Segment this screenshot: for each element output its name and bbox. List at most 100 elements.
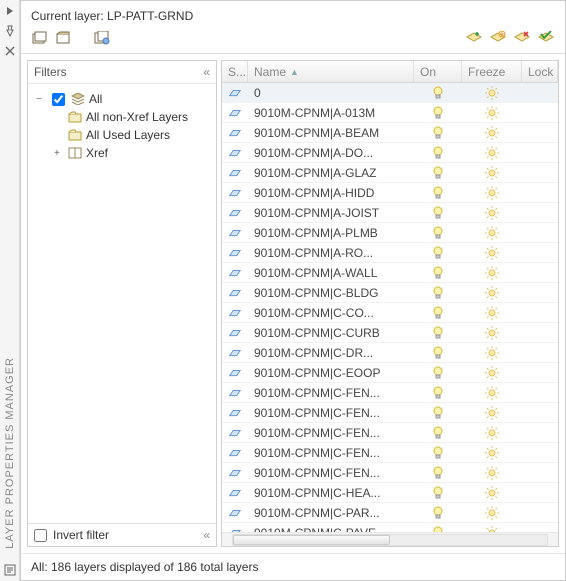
layer-lock-toggle[interactable] <box>522 523 558 532</box>
layer-freeze-toggle[interactable] <box>462 483 522 502</box>
layer-lock-toggle[interactable] <box>522 243 558 262</box>
layer-freeze-toggle[interactable] <box>462 163 522 182</box>
filter-tree-item[interactable]: −All <box>32 90 212 108</box>
layer-lock-toggle[interactable] <box>522 503 558 522</box>
layer-lock-toggle[interactable] <box>522 203 558 222</box>
layer-on-toggle[interactable] <box>414 483 462 502</box>
layer-row[interactable]: 9010M-CPNM|C-FEN... <box>222 383 558 403</box>
layer-freeze-toggle[interactable] <box>462 303 522 322</box>
layer-lock-toggle[interactable] <box>522 103 558 122</box>
column-freeze[interactable]: Freeze <box>462 61 522 82</box>
layer-row[interactable]: 9010M-CPNM|A-BEAM <box>222 123 558 143</box>
filter-tree-item[interactable]: All non-Xref Layers <box>32 108 212 126</box>
layer-freeze-toggle[interactable] <box>462 323 522 342</box>
new-layer-icon[interactable] <box>465 29 483 47</box>
layer-freeze-toggle[interactable] <box>462 463 522 482</box>
expander-icon[interactable]: − <box>36 94 46 105</box>
layer-freeze-toggle[interactable] <box>462 243 522 262</box>
layer-on-toggle[interactable] <box>414 223 462 242</box>
filter-tree-item[interactable]: +Xref <box>32 144 212 162</box>
layer-lock-toggle[interactable] <box>522 383 558 402</box>
layer-row[interactable]: 9010M-CPNM|C-BLDG <box>222 283 558 303</box>
collapse-filters-icon[interactable]: « <box>203 65 210 79</box>
layer-row[interactable]: 9010M-CPNM|A-HIDD <box>222 183 558 203</box>
layer-row[interactable]: 9010M-CPNM|C-FEN... <box>222 403 558 423</box>
layer-row[interactable]: 9010M-CPNM|C-FEN... <box>222 423 558 443</box>
layer-freeze-toggle[interactable] <box>462 383 522 402</box>
layer-on-toggle[interactable] <box>414 363 462 382</box>
layer-on-toggle[interactable] <box>414 443 462 462</box>
layer-freeze-toggle[interactable] <box>462 103 522 122</box>
layer-freeze-toggle[interactable] <box>462 403 522 422</box>
new-layer-freeze-icon[interactable] <box>489 29 507 47</box>
close-icon[interactable] <box>3 44 17 58</box>
layer-lock-toggle[interactable] <box>522 343 558 362</box>
column-on[interactable]: On <box>414 61 462 82</box>
layer-on-toggle[interactable] <box>414 103 462 122</box>
pin-icon[interactable] <box>3 24 17 38</box>
layer-row[interactable]: 9010M-CPNM|A-013M <box>222 103 558 123</box>
layer-lock-toggle[interactable] <box>522 143 558 162</box>
delete-layer-icon[interactable] <box>513 29 531 47</box>
grid-body[interactable]: 09010M-CPNM|A-013M9010M-CPNM|A-BEAM9010M… <box>222 83 558 532</box>
layer-row[interactable]: 9010M-CPNM|A-JOIST <box>222 203 558 223</box>
layer-on-toggle[interactable] <box>414 263 462 282</box>
layer-freeze-toggle[interactable] <box>462 123 522 142</box>
layer-lock-toggle[interactable] <box>522 463 558 482</box>
layer-on-toggle[interactable] <box>414 203 462 222</box>
layer-lock-toggle[interactable] <box>522 363 558 382</box>
layer-row[interactable]: 0 <box>222 83 558 103</box>
layer-lock-toggle[interactable] <box>522 283 558 302</box>
layer-on-toggle[interactable] <box>414 123 462 142</box>
layer-freeze-toggle[interactable] <box>462 223 522 242</box>
layer-row[interactable]: 9010M-CPNM|C-FEN... <box>222 443 558 463</box>
layer-lock-toggle[interactable] <box>522 123 558 142</box>
layer-row[interactable]: 9010M-CPNM|A-PLMB <box>222 223 558 243</box>
layer-freeze-toggle[interactable] <box>462 423 522 442</box>
layer-row[interactable]: 9010M-CPNM|A-GLAZ <box>222 163 558 183</box>
layer-freeze-toggle[interactable] <box>462 143 522 162</box>
layer-on-toggle[interactable] <box>414 83 462 102</box>
layer-freeze-toggle[interactable] <box>462 203 522 222</box>
column-name[interactable]: Name ▲ <box>248 61 414 82</box>
layer-row[interactable]: 9010M-CPNM|C-PAVE <box>222 523 558 532</box>
horizontal-scrollbar[interactable] <box>222 532 558 546</box>
layer-freeze-toggle[interactable] <box>462 183 522 202</box>
layer-freeze-toggle[interactable] <box>462 83 522 102</box>
layer-row[interactable]: 9010M-CPNM|C-EOOP <box>222 363 558 383</box>
arrow-right-icon[interactable] <box>3 4 17 18</box>
layer-on-toggle[interactable] <box>414 163 462 182</box>
layer-row[interactable]: 9010M-CPNM|C-HEA... <box>222 483 558 503</box>
layer-freeze-toggle[interactable] <box>462 263 522 282</box>
layer-row[interactable]: 9010M-CPNM|A-DO... <box>222 143 558 163</box>
column-status[interactable]: S... <box>222 61 248 82</box>
layer-row[interactable]: 9010M-CPNM|C-DR... <box>222 343 558 363</box>
layer-freeze-toggle[interactable] <box>462 343 522 362</box>
invert-filter-checkbox[interactable] <box>34 529 47 542</box>
layer-on-toggle[interactable] <box>414 503 462 522</box>
layer-freeze-toggle[interactable] <box>462 523 522 532</box>
layer-row[interactable]: 9010M-CPNM|C-CO... <box>222 303 558 323</box>
layer-freeze-toggle[interactable] <box>462 283 522 302</box>
layer-lock-toggle[interactable] <box>522 403 558 422</box>
layer-row[interactable]: 9010M-CPNM|C-FEN... <box>222 463 558 483</box>
new-property-filter-icon[interactable] <box>31 29 49 47</box>
layer-lock-toggle[interactable] <box>522 443 558 462</box>
layer-freeze-toggle[interactable] <box>462 443 522 462</box>
layer-lock-toggle[interactable] <box>522 223 558 242</box>
filter-checkbox[interactable] <box>52 93 65 106</box>
layer-lock-toggle[interactable] <box>522 163 558 182</box>
layer-on-toggle[interactable] <box>414 383 462 402</box>
layer-on-toggle[interactable] <box>414 283 462 302</box>
layer-freeze-toggle[interactable] <box>462 503 522 522</box>
layer-on-toggle[interactable] <box>414 523 462 532</box>
layer-on-toggle[interactable] <box>414 303 462 322</box>
layer-on-toggle[interactable] <box>414 143 462 162</box>
set-current-icon[interactable] <box>537 29 555 47</box>
layer-lock-toggle[interactable] <box>522 483 558 502</box>
layer-lock-toggle[interactable] <box>522 83 558 102</box>
layer-on-toggle[interactable] <box>414 183 462 202</box>
layer-on-toggle[interactable] <box>414 423 462 442</box>
layer-freeze-toggle[interactable] <box>462 363 522 382</box>
properties-icon[interactable] <box>3 563 17 577</box>
